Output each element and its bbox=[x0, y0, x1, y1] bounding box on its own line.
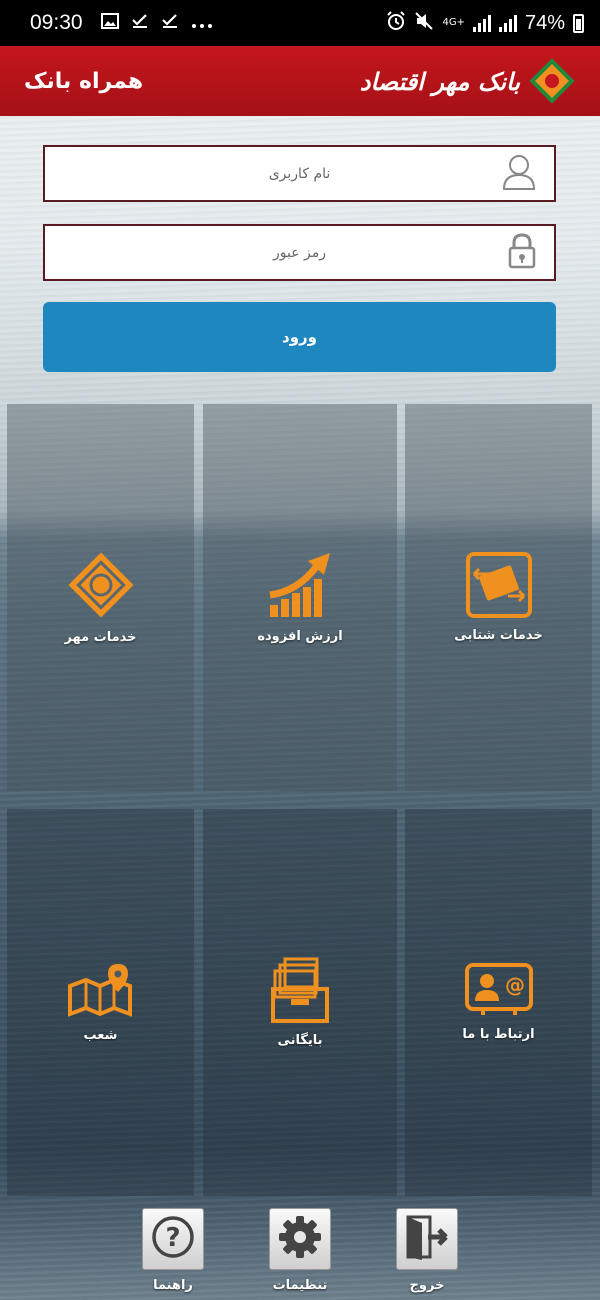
help-button[interactable]: ? bbox=[142, 1208, 204, 1270]
tile-archive[interactable]: بایگانی bbox=[203, 809, 397, 1196]
settings-button[interactable] bbox=[269, 1208, 331, 1270]
exit-door-icon bbox=[404, 1214, 450, 1264]
username-input[interactable] bbox=[45, 147, 554, 200]
lock-icon bbox=[508, 232, 536, 273]
status-right: 4G+ 74% bbox=[386, 10, 584, 36]
signal-icon bbox=[498, 14, 517, 32]
more-dots-icon bbox=[191, 13, 213, 34]
user-icon bbox=[502, 153, 536, 195]
svg-text:@: @ bbox=[505, 973, 525, 997]
alarm-icon bbox=[386, 10, 406, 36]
tile-mehr-services[interactable]: خدمات مهر bbox=[7, 404, 194, 791]
username-field[interactable] bbox=[43, 145, 556, 202]
network-type: 4G+ bbox=[442, 17, 465, 28]
bank-logo-text: بانک مهر اقتصاد bbox=[359, 66, 520, 96]
check-icon bbox=[161, 13, 179, 34]
image-icon bbox=[100, 12, 119, 34]
help-label: راهنما bbox=[153, 1278, 193, 1293]
status-time: 09:30 bbox=[30, 11, 83, 34]
signal-icon bbox=[472, 14, 491, 32]
tile-label: ارزش افزوده bbox=[257, 629, 343, 644]
check-icon bbox=[131, 13, 149, 34]
exit-button[interactable] bbox=[396, 1208, 458, 1270]
tile-contact-us[interactable]: @ ارتباط با ما bbox=[405, 809, 592, 1196]
bank-logo: بانک مهر اقتصاد bbox=[360, 57, 576, 105]
exit-label: خروج bbox=[409, 1278, 445, 1293]
tile-shetab-services[interactable]: خدمات شتابی bbox=[405, 404, 592, 791]
mehr-logo-icon bbox=[528, 57, 576, 105]
tile-label: ارتباط با ما bbox=[462, 1027, 535, 1042]
tile-value-added[interactable]: ارزش افزوده bbox=[203, 404, 397, 791]
map-pin-icon bbox=[67, 962, 134, 1018]
battery-icon bbox=[573, 13, 584, 33]
help-icon: ? bbox=[151, 1215, 195, 1263]
notification-icons bbox=[100, 12, 213, 34]
battery-percent: 74% bbox=[524, 11, 565, 34]
login-button[interactable]: ورود bbox=[43, 302, 556, 372]
mehr-logo-icon bbox=[66, 550, 136, 620]
tile-label: شعب bbox=[83, 1028, 118, 1043]
password-field[interactable] bbox=[43, 224, 556, 281]
tile-branches[interactable]: شعب bbox=[7, 809, 194, 1196]
mute-icon bbox=[414, 11, 434, 36]
card-transfer-icon bbox=[465, 552, 532, 618]
svg-text:?: ? bbox=[165, 1223, 180, 1253]
archive-icon bbox=[271, 957, 329, 1023]
growth-chart-icon bbox=[268, 551, 332, 619]
settings-label: تنظیمات bbox=[272, 1278, 328, 1293]
app-title: همراه بانک bbox=[24, 68, 144, 94]
tile-label: خدمات شتابی bbox=[454, 628, 543, 643]
status-bar: 09:30 4G+ 74% bbox=[0, 0, 600, 46]
tile-label: بایگانی bbox=[277, 1033, 323, 1048]
settings-gear-icon bbox=[277, 1214, 323, 1264]
password-input[interactable] bbox=[45, 226, 554, 279]
contact-icon: @ bbox=[464, 963, 533, 1017]
tile-label: خدمات مهر bbox=[64, 630, 137, 645]
app-header: همراه بانک بانک مهر اقتصاد bbox=[0, 46, 600, 116]
